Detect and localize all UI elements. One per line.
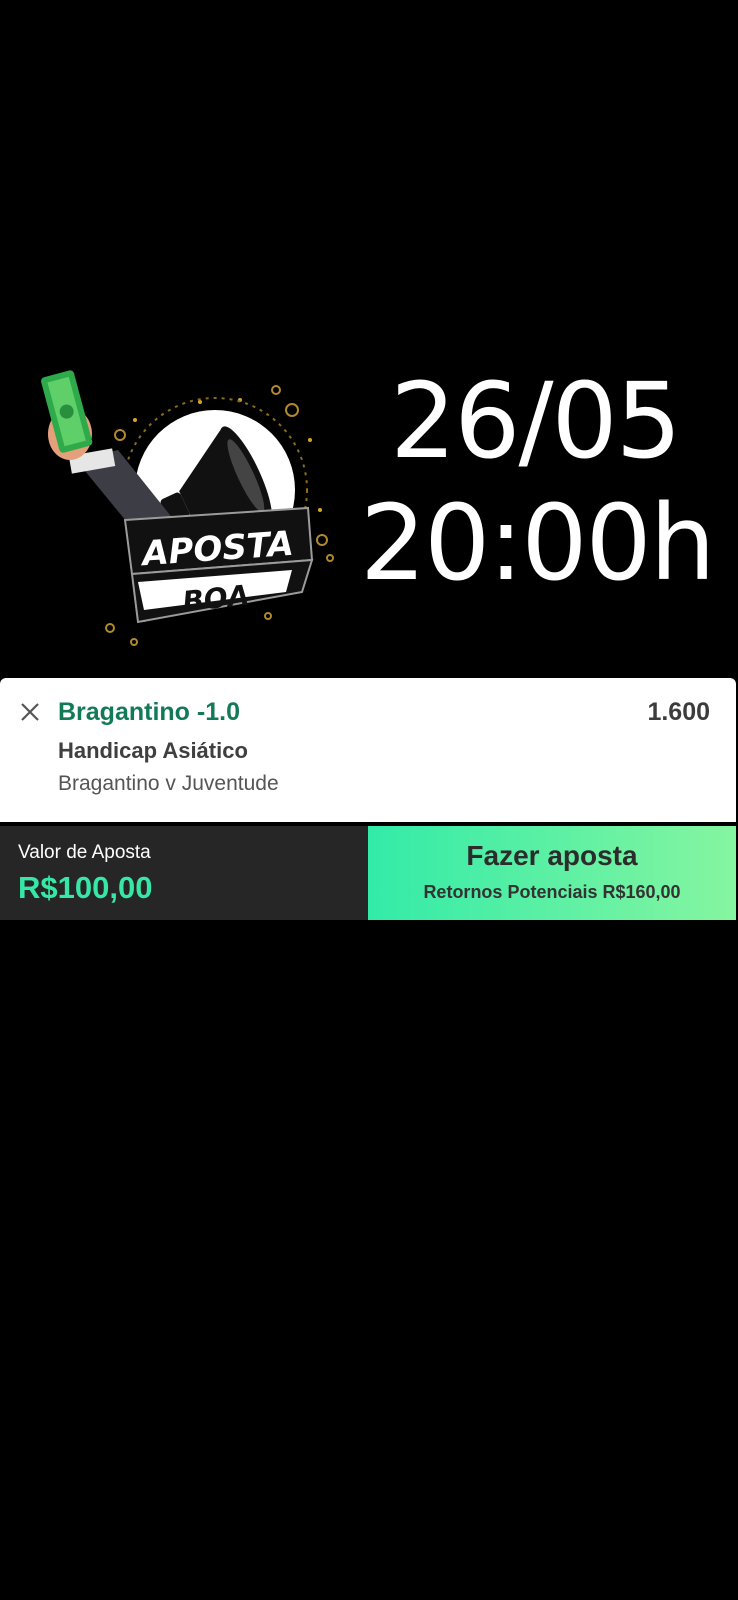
logo-text-boa: BOA <box>181 579 251 619</box>
event-time: 20:00h <box>360 482 716 604</box>
stake-input[interactable]: Valor de Aposta R$100,00 <box>0 826 368 920</box>
bet-market: Handicap Asiático <box>58 738 248 763</box>
event-date: 26/05 <box>390 360 682 482</box>
place-bet-button[interactable]: Fazer aposta Retornos Potenciais R$160,0… <box>368 826 736 920</box>
promo-banner: APOSTA BOA 26/05 20:00h <box>0 350 738 670</box>
close-icon[interactable] <box>18 700 42 724</box>
aposta-boa-logo: APOSTA BOA <box>41 370 334 646</box>
bet-slip-card: Bragantino -1.0 1.600 Handicap Asiático … <box>0 678 736 822</box>
bet-odds: 1.600 <box>647 698 710 726</box>
place-bet-label: Fazer aposta <box>466 840 638 871</box>
screen: APOSTA BOA 26/05 20:00h Bragantino -1.0 … <box>0 0 738 1600</box>
bet-event: Bragantino v Juventude <box>58 772 279 795</box>
stake-label: Valor de Aposta <box>18 842 151 863</box>
bet-action-bar: Valor de Aposta R$100,00 Fazer aposta Re… <box>0 826 736 920</box>
stake-value: R$100,00 <box>18 870 153 905</box>
potential-returns: Retornos Potenciais R$160,00 <box>423 882 681 902</box>
bet-selection: Bragantino -1.0 <box>58 698 240 726</box>
event-datetime: 26/05 20:00h <box>360 360 716 604</box>
